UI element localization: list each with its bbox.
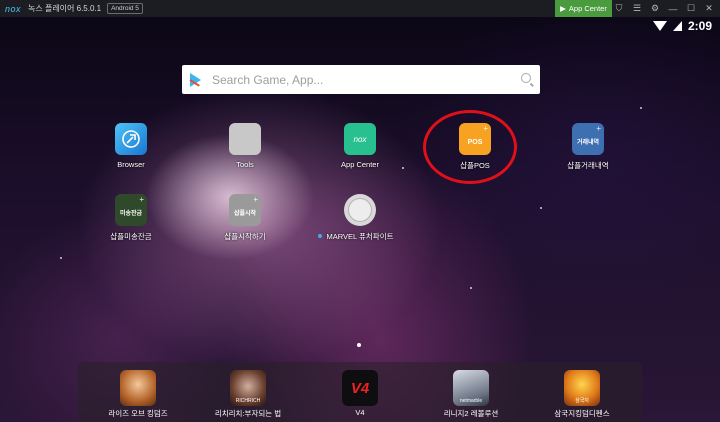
- search-bar[interactable]: Search Game, App...: [182, 65, 540, 94]
- dock: 라이즈 오브 킹덤즈 RICHRICH 리치리치:부자되는 법 V4 V4 ne…: [78, 362, 642, 422]
- wifi-icon: [652, 21, 667, 31]
- richi-richi-glyph: RICHRICH: [235, 398, 261, 404]
- android-home-screen[interactable]: 2:09 Search Game, App... Browser Tools n…: [0, 17, 720, 422]
- tools-icon: [229, 123, 261, 155]
- app-marvel-future-fight[interactable]: MARVEL 퓨처파이트: [315, 194, 405, 242]
- dock-label: V4: [355, 408, 365, 417]
- plus-icon: +: [596, 124, 601, 133]
- search-icon[interactable]: [521, 73, 531, 83]
- menu-icon[interactable]: ☰: [628, 0, 646, 17]
- shirt-icon[interactable]: ⛉: [610, 0, 628, 17]
- search-input[interactable]: Search Game, App...: [212, 73, 323, 87]
- app-label: Browser: [117, 160, 145, 169]
- plus-icon: +: [253, 195, 258, 204]
- app-label: MARVEL 퓨처파이트: [318, 231, 394, 242]
- lineage2-glyph: netmarble: [459, 398, 483, 404]
- dock-label: 리니지2 레볼루션: [443, 409, 499, 418]
- signal-icon: [672, 21, 682, 31]
- app-tools[interactable]: Tools: [200, 123, 290, 169]
- richi-richi-icon: RICHRICH: [230, 370, 266, 406]
- samguk-kingdom-defense-icon: 삼국지: [564, 370, 600, 406]
- rise-of-kingdoms-icon: [120, 370, 156, 406]
- window-title: 녹스 플레이어 6.5.0.1: [28, 4, 102, 13]
- app-app-center[interactable]: nox App Center: [315, 123, 405, 169]
- dock-app-richi-richi[interactable]: RICHRICH 리치리치:부자되는 법: [188, 370, 308, 419]
- page-indicator: [357, 343, 361, 347]
- app-label: App Center: [341, 160, 379, 169]
- minimize-icon[interactable]: —: [664, 0, 682, 17]
- close-icon[interactable]: ✕: [700, 0, 718, 17]
- app-center-glyph: nox: [353, 134, 367, 144]
- app-shopl-remit-balance[interactable]: + 미송잔금 샵플미송잔금: [86, 194, 176, 242]
- nox-logo: nox: [5, 3, 22, 14]
- app-browser[interactable]: Browser: [86, 123, 176, 169]
- highlight-ring: [423, 110, 517, 184]
- dock-app-samguk-kingdom-defense[interactable]: 삼국지 삼국지킹덤디펜스: [522, 370, 642, 419]
- marvel-emblem: [348, 198, 372, 222]
- start-icon: + 샵플시작: [229, 194, 261, 226]
- status-clock: 2:09: [687, 19, 712, 33]
- v4-icon: V4: [342, 370, 378, 406]
- app-label: 샵플미송잔금: [110, 232, 152, 241]
- window-titlebar: nox 녹스 플레이어 6.5.0.1 Android 5 ▶ App Cent…: [0, 0, 720, 17]
- trade-history-glyph: 거래내역: [576, 140, 600, 146]
- play-store-icon: ▶: [560, 4, 566, 13]
- marvel-icon: [344, 194, 376, 226]
- lineage2-revolution-icon: netmarble: [453, 370, 489, 406]
- dock-label: 라이즈 오브 킹덤즈: [108, 409, 168, 418]
- trade-history-icon: + 거래내역: [572, 123, 604, 155]
- star: [540, 207, 542, 209]
- dock-app-v4[interactable]: V4 V4: [300, 370, 420, 417]
- marvel-label-text: MARVEL 퓨처파이트: [326, 232, 394, 241]
- star: [60, 257, 62, 259]
- app-shopl-start[interactable]: + 샵플시작 샵플시작하기: [200, 194, 290, 242]
- plus-icon: +: [139, 195, 144, 204]
- remit-balance-glyph: 미송잔금: [119, 211, 143, 217]
- android-version-badge: Android 5: [107, 3, 143, 14]
- new-app-dot: [318, 234, 323, 238]
- play-store-icon: [190, 72, 201, 87]
- samguk-glyph: 삼국지: [575, 398, 589, 404]
- app-center-icon: nox: [344, 123, 376, 155]
- star: [640, 107, 642, 109]
- app-center-button-label: App Center: [568, 4, 607, 13]
- app-label: 샵플거래내역: [567, 161, 609, 170]
- status-bar: 2:09: [652, 19, 712, 33]
- dock-app-rise-of-kingdoms[interactable]: 라이즈 오브 킹덤즈: [78, 370, 198, 419]
- gear-icon[interactable]: ⚙: [646, 0, 664, 17]
- dock-app-lineage2-revolution[interactable]: netmarble 리니지2 레볼루션: [411, 370, 531, 419]
- maximize-icon[interactable]: ☐: [682, 0, 700, 17]
- app-label: Tools: [236, 160, 254, 169]
- dock-label: 삼국지킹덤디펜스: [554, 409, 610, 418]
- v4-glyph: V4: [350, 379, 370, 397]
- dock-label: 리치리치:부자되는 법: [214, 409, 282, 418]
- star: [470, 287, 472, 289]
- browser-icon: [115, 123, 147, 155]
- start-glyph: 샵플시작: [233, 211, 257, 217]
- app-label: 샵플시작하기: [224, 232, 266, 241]
- window-controls: ⛉ ☰ ⚙ — ☐ ✕: [610, 0, 718, 17]
- app-shopl-trade-history[interactable]: + 거래내역 샵플거래내역: [543, 123, 633, 171]
- app-center-button[interactable]: ▶ App Center: [555, 0, 612, 17]
- remit-balance-icon: + 미송잔금: [115, 194, 147, 226]
